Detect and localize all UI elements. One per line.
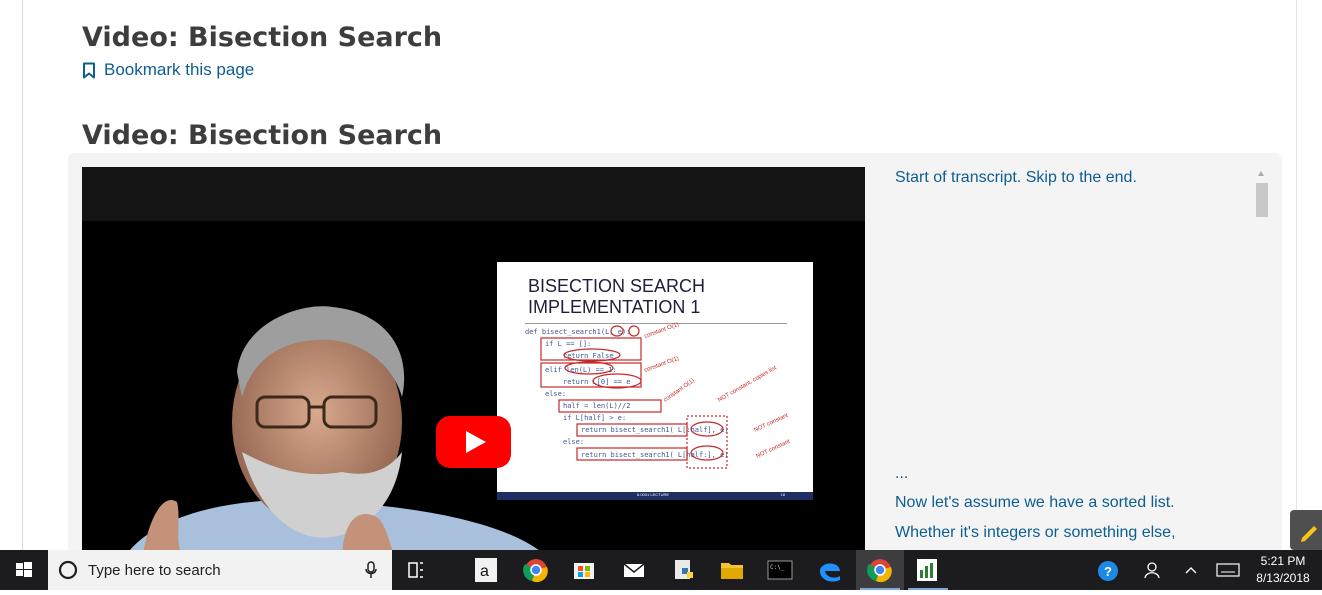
transcript-line[interactable]: Now let's assume we have a sorted list.: [895, 494, 1175, 512]
code-line: half = len(L)//2: [563, 402, 630, 410]
mail-icon[interactable]: [610, 550, 658, 590]
svg-text:?: ?: [1104, 564, 1112, 579]
page-title: Video: Bisection Search: [82, 22, 443, 53]
scroll-up-icon[interactable]: [1258, 171, 1264, 176]
slide-annotation: NOT constant: [755, 439, 791, 460]
code-line: else:: [545, 390, 566, 398]
store-icon[interactable]: [560, 550, 608, 590]
cortana-icon: [58, 560, 78, 580]
bookmark-icon: [83, 62, 95, 78]
transcript-line[interactable]: Whether it's integers or something else,: [895, 524, 1176, 542]
task-view-icon[interactable]: [392, 550, 440, 590]
slide-annotation: constant O(1): [644, 322, 680, 340]
slide-annotation: NOT constant, copies list: [717, 365, 778, 404]
slide-code-block: def bisect_search1(L, e): if L == []: re…: [525, 322, 792, 469]
command-prompt-icon[interactable]: C:\_: [756, 550, 804, 590]
file-explorer-icon[interactable]: [708, 550, 756, 590]
slide-footer-text: 6.0001 LECTURE: [637, 492, 670, 497]
chrome-active-icon[interactable]: [856, 550, 904, 590]
video-player[interactable]: BISECTION SEARCH IMPLEMENTATION 1 def bi…: [82, 167, 865, 550]
pencil-icon: [1301, 526, 1317, 542]
transcript-skip-link[interactable]: Start of transcript. Skip to the end.: [895, 169, 1137, 187]
amazon-icon[interactable]: a: [462, 550, 510, 590]
windows-taskbar: Type here to search a C:\_ ? 5:21 PM 8/1…: [0, 550, 1322, 590]
keyboard-icon[interactable]: [1210, 550, 1246, 590]
scroll-thumb[interactable]: [1256, 183, 1268, 217]
svg-text:C:\_: C:\_: [770, 564, 785, 571]
code-line: return bisect_search1( L[:half], e): [581, 426, 729, 434]
slide-annotation: NOT constant: [753, 413, 789, 434]
chevron-up-icon[interactable]: [1176, 550, 1206, 590]
video-section-title: Video: Bisection Search: [82, 120, 443, 151]
player-top-bar: [82, 167, 865, 221]
code-line: return bisect_search1( L[half:], e): [581, 451, 729, 459]
edit-pencil-button[interactable]: [1290, 510, 1322, 550]
clock-date: 8/13/2018: [1256, 571, 1310, 585]
left-divider: [22, 0, 23, 550]
taskbar-search-box[interactable]: Type here to search: [48, 550, 392, 590]
slide-annotation: constant O(1): [663, 378, 696, 404]
code-line: if L == []:: [545, 340, 591, 348]
code-line: if L[half] > e:: [563, 414, 626, 422]
slide-annotation: constant O(1): [644, 356, 680, 374]
youtube-play-icon[interactable]: [436, 416, 511, 468]
clock-time: 5:21 PM: [1260, 554, 1306, 568]
system-clock[interactable]: 5:21 PM 8/13/2018: [1250, 553, 1316, 587]
code-line: else:: [563, 438, 584, 446]
bookmark-link[interactable]: Bookmark this page: [82, 60, 254, 80]
edge-icon[interactable]: [806, 550, 854, 590]
right-divider: [1296, 0, 1297, 510]
slide-number: 18: [780, 492, 785, 497]
start-button[interactable]: [0, 550, 48, 590]
help-icon[interactable]: ?: [1090, 550, 1126, 590]
python-icon[interactable]: [660, 550, 708, 590]
taskbar-search-placeholder: Type here to search: [88, 562, 221, 579]
people-icon[interactable]: [1136, 550, 1172, 590]
chrome-icon[interactable]: [512, 550, 560, 590]
code-line: def bisect_search1(L, e):: [525, 328, 630, 336]
transcript-scrollbar[interactable]: [1254, 167, 1269, 550]
windows-logo-icon: [16, 562, 32, 577]
microphone-icon[interactable]: [364, 561, 378, 579]
slide-footer: 6.0001 LECTURE 18: [497, 492, 813, 500]
transcript-line[interactable]: ...: [895, 465, 908, 483]
lecture-slide: BISECTION SEARCH IMPLEMENTATION 1 def bi…: [497, 262, 813, 500]
bookmark-label: Bookmark this page: [104, 60, 255, 79]
svg-text:a: a: [480, 563, 489, 580]
transcript-panel: Start of transcript. Skip to the end. ..…: [882, 167, 1254, 550]
chart-app-icon[interactable]: [904, 550, 952, 590]
